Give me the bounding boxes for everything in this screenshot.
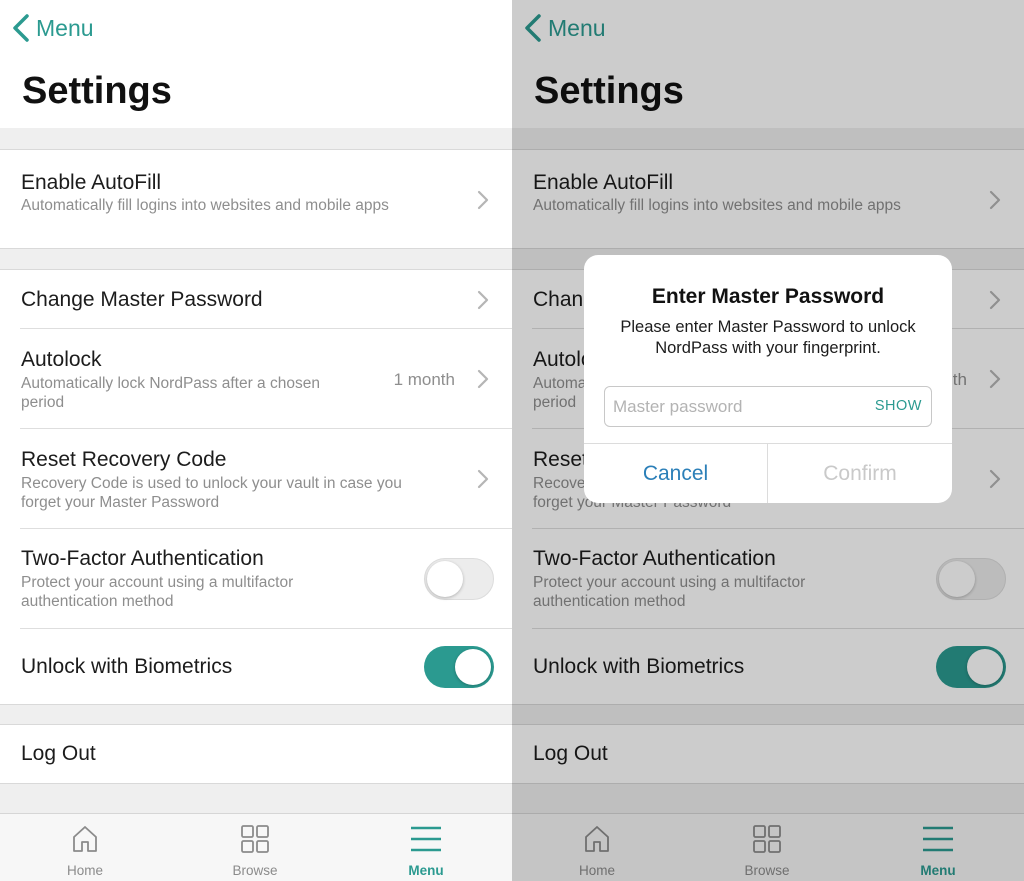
setting-subtitle: Automatically fill logins into websites …	[21, 197, 389, 214]
back-label: Menu	[36, 14, 94, 41]
setting-title: Enable AutoFill	[21, 171, 162, 194]
settings-group-account: Log Out	[0, 724, 512, 784]
hamburger-menu-icon	[411, 826, 441, 852]
setting-title: Log Out	[21, 742, 96, 765]
page-title: Settings	[22, 70, 172, 112]
biometrics-toggle[interactable]	[424, 646, 494, 688]
settings-list: Enable AutoFill Automatically fill login…	[0, 128, 512, 813]
dialog-actions: Cancel Confirm	[584, 443, 952, 503]
settings-screen: Menu Settings Enable AutoFill Automatica…	[0, 0, 512, 881]
two-factor-toggle[interactable]	[424, 558, 494, 600]
chevron-right-icon	[477, 369, 489, 389]
top-bar: Menu Settings	[0, 0, 512, 128]
setting-title: Autolock	[21, 348, 102, 371]
show-password-button[interactable]: SHOW	[875, 398, 922, 414]
master-password-input[interactable]	[613, 387, 863, 426]
setting-title: Unlock with Biometrics	[21, 655, 233, 678]
settings-group-autofill: Enable AutoFill Automatically fill login…	[0, 149, 512, 249]
chevron-right-icon	[477, 290, 489, 310]
chevron-right-icon	[477, 190, 489, 210]
back-to-menu-button[interactable]: Menu	[10, 10, 94, 46]
chevron-right-icon	[477, 469, 489, 489]
setting-enable-autofill[interactable]: Enable AutoFill Automatically fill login…	[0, 150, 512, 250]
autolock-value: 1 month	[393, 370, 455, 389]
tab-label: Browse	[232, 863, 278, 878]
setting-reset-recovery-code[interactable]: Reset Recovery Code Recovery Code is use…	[0, 429, 512, 529]
tab-browse[interactable]: Browse	[200, 814, 310, 881]
setting-autolock[interactable]: Autolock Automatically lock NordPass aft…	[0, 329, 512, 429]
grid-icon	[241, 825, 269, 853]
tab-label: Menu	[408, 863, 444, 878]
settings-group-security: Change Master Password Autolock Automati…	[0, 269, 512, 705]
cancel-button[interactable]: Cancel	[584, 444, 768, 503]
setting-subtitle: Protect your account using a multifactor…	[21, 574, 294, 610]
setting-log-out[interactable]: Log Out	[0, 725, 512, 785]
setting-change-master-password[interactable]: Change Master Password	[0, 270, 512, 329]
setting-two-factor: Two-Factor Authentication Protect your a…	[0, 529, 512, 629]
master-password-dialog: Enter Master Password Please enter Maste…	[584, 255, 952, 503]
tab-home[interactable]: Home	[30, 814, 140, 881]
tab-menu[interactable]: Menu	[371, 814, 481, 881]
tab-label: Home	[66, 863, 103, 878]
toggle-knob	[455, 649, 491, 685]
master-password-field: SHOW	[604, 386, 932, 427]
chevron-left-icon	[13, 14, 29, 42]
dialog-title: Enter Master Password	[651, 285, 885, 308]
setting-biometrics: Unlock with Biometrics	[0, 629, 512, 706]
setting-subtitle: Automatically lock NordPass after a chos…	[21, 375, 320, 411]
dialog-message: Please enter Master Password to unlock N…	[620, 318, 916, 357]
toggle-knob	[427, 561, 463, 597]
setting-title: Change Master Password	[21, 288, 263, 311]
setting-title: Reset Recovery Code	[21, 448, 227, 471]
tab-bar: Home Browse Menu	[0, 813, 512, 881]
home-icon	[73, 826, 97, 852]
setting-subtitle: Recovery Code is used to unlock your vau…	[21, 475, 402, 511]
setting-title: Two-Factor Authentication	[21, 547, 264, 570]
settings-screen-with-dialog: Menu Settings Enable AutoFill Automatica…	[512, 0, 1024, 881]
confirm-button[interactable]: Confirm	[768, 444, 952, 503]
